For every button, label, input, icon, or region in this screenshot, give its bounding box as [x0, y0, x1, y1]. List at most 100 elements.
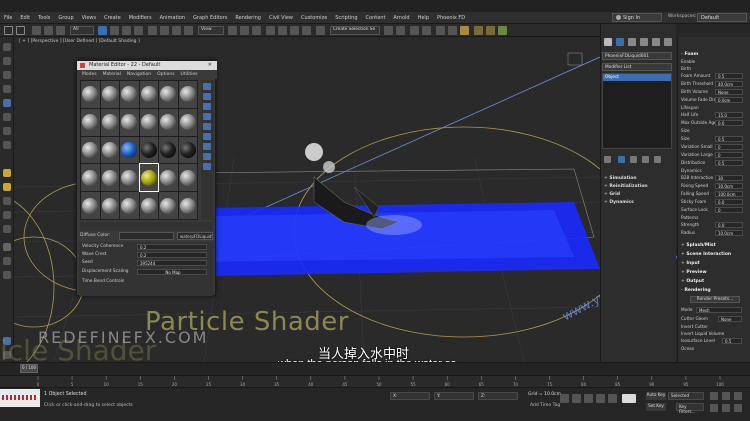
tool-sun-icon[interactable] [3, 183, 11, 191]
radius-input[interactable]: 10.0cm [715, 230, 743, 236]
link-icon[interactable] [32, 26, 41, 35]
menu-arnold[interactable]: Arnold [389, 15, 413, 21]
y-coordinate-field[interactable]: Y: [434, 392, 474, 400]
tool-populate-icon[interactable] [3, 141, 11, 149]
key-filters-button[interactable]: Key Filters... [676, 403, 704, 414]
rollout-output[interactable]: Output [681, 279, 704, 284]
rectangular-selection-icon[interactable] [122, 26, 131, 35]
velocity-coherence-input[interactable]: 0.2 [137, 244, 207, 250]
tool-loop-icon[interactable] [3, 71, 11, 79]
add-time-tag-button[interactable]: Add Time Tag [530, 403, 560, 408]
track-bar[interactable]: 0 5 10 15 20 25 30 35 40 45 50 55 60 65 70 75 80 85 90 95 10… [0, 375, 750, 387]
tool-light-icon[interactable] [3, 169, 11, 177]
rotate-icon[interactable] [160, 26, 169, 35]
material-slot[interactable] [120, 108, 139, 136]
menu-file[interactable]: File [0, 15, 16, 21]
go-to-start-icon[interactable] [560, 394, 569, 403]
material-slot-selected[interactable] [138, 163, 159, 193]
material-slot[interactable] [139, 192, 158, 219]
foam-enable-checkbox[interactable]: Enable [681, 59, 695, 66]
keyboard-shortcut-icon[interactable] [252, 26, 261, 35]
menu-content[interactable]: Content [362, 15, 390, 21]
bind-space-warp-icon[interactable] [56, 26, 65, 35]
sticky-foam-input[interactable]: 0.0 [715, 199, 743, 205]
play-icon[interactable] [584, 394, 593, 403]
hierarchy-tab-icon[interactable] [628, 38, 636, 46]
tool-freeform-icon[interactable] [3, 113, 11, 121]
material-slot[interactable] [81, 192, 100, 219]
foam-rollout-header[interactable]: Foam [681, 52, 698, 57]
tool-selection-icon[interactable] [3, 127, 11, 135]
tool-mesh-icon[interactable] [3, 257, 11, 265]
menu-scripting[interactable]: Scripting [331, 15, 361, 21]
cutter-geom-button[interactable]: None [718, 316, 742, 322]
birth-volume-button[interactable]: None [715, 89, 743, 95]
select-by-name-icon[interactable] [110, 26, 119, 35]
tool-spacewarp-icon[interactable] [3, 225, 11, 233]
time-bend-controls-label[interactable]: Time Bend Controls [82, 279, 124, 286]
pin-stack-icon[interactable] [604, 156, 611, 163]
modify-tab-icon[interactable] [616, 38, 624, 46]
wave-crest-input[interactable]: 0.2 [137, 252, 207, 258]
menu-phoenix-fd[interactable]: Phoenix FD [433, 15, 469, 21]
material-slot[interactable] [120, 81, 139, 108]
rollout-dynamics[interactable]: Dynamics [604, 200, 672, 207]
displacement-map-button[interactable]: No Map [137, 269, 207, 275]
render-setup-icon[interactable] [474, 26, 483, 35]
material-slot[interactable] [159, 192, 178, 219]
variation-large-input[interactable]: 0 [715, 152, 743, 158]
menu-edit[interactable]: Edit [16, 15, 34, 21]
mirror-icon[interactable] [384, 26, 393, 35]
zoom-all-icon[interactable] [722, 392, 730, 400]
menu-animation[interactable]: Animation [156, 15, 190, 21]
material-slot[interactable] [139, 136, 158, 164]
tool-system-icon[interactable] [3, 243, 11, 251]
material-slot[interactable] [81, 108, 100, 136]
invert-cutter-checkbox[interactable]: Invert Cutter [681, 324, 708, 331]
viewport-label[interactable]: [ + ] [Perspective ] [User Defined ] [De… [19, 39, 140, 44]
material-slot[interactable] [120, 192, 139, 219]
material-slot[interactable] [81, 81, 100, 108]
selection-filter-dropdown[interactable]: All [70, 26, 94, 35]
pan-icon[interactable] [722, 404, 730, 412]
close-icon[interactable]: ✕ [208, 62, 212, 68]
material-slot[interactable] [120, 164, 139, 192]
scale-icon[interactable] [172, 26, 181, 35]
falling-speed-input[interactable]: 100.0cm [715, 191, 743, 197]
material-slot[interactable] [100, 108, 119, 136]
menu-rendering[interactable]: Rendering [231, 15, 265, 21]
background-icon[interactable] [203, 103, 211, 110]
material-slot[interactable] [178, 164, 197, 192]
remove-modifier-icon[interactable] [642, 156, 649, 163]
diffuse-map-button[interactable]: waterpFDLiquidSo [177, 232, 213, 240]
select-object-icon[interactable] [98, 26, 107, 35]
size-input[interactable]: 0.5 [715, 136, 743, 142]
menu-graph-editors[interactable]: Graph Editors [189, 15, 231, 21]
angle-snap-icon[interactable] [278, 26, 287, 35]
time-slider-handle[interactable]: 0 / 100 [20, 364, 38, 373]
material-slot[interactable] [120, 136, 139, 164]
tool-ring-icon[interactable] [3, 85, 11, 93]
orbit-icon[interactable] [734, 404, 742, 412]
zoom-extents-icon[interactable] [734, 392, 742, 400]
material-map-navigator-icon[interactable] [203, 163, 211, 170]
backlight-icon[interactable] [203, 93, 211, 100]
z-coordinate-field[interactable]: Z: [478, 392, 518, 400]
rollout-simulation[interactable]: Simulation [604, 176, 672, 183]
sample-type-icon[interactable] [203, 83, 211, 90]
edit-named-selection-icon[interactable] [316, 26, 325, 35]
maxscript-listener[interactable] [0, 389, 40, 407]
spinner-snap-icon[interactable] [302, 26, 311, 35]
curve-editor-icon[interactable] [436, 26, 445, 35]
make-preview-icon[interactable] [203, 133, 211, 140]
material-slot[interactable] [81, 136, 100, 164]
invert-liquid-checkbox[interactable]: Invert Liquid Volume [681, 331, 724, 338]
scene-explorer-icon[interactable] [410, 26, 419, 35]
previous-frame-icon[interactable] [572, 394, 581, 403]
mode-dropdown[interactable]: Mesh [696, 307, 742, 313]
auto-key-button[interactable]: Auto Key [646, 392, 666, 400]
layer-explorer-icon[interactable] [422, 26, 431, 35]
reference-coord-dropdown[interactable]: View [198, 26, 224, 35]
key-selection-dropdown[interactable]: Selected [668, 392, 704, 400]
surface-lock-input[interactable]: 0 [715, 207, 743, 213]
